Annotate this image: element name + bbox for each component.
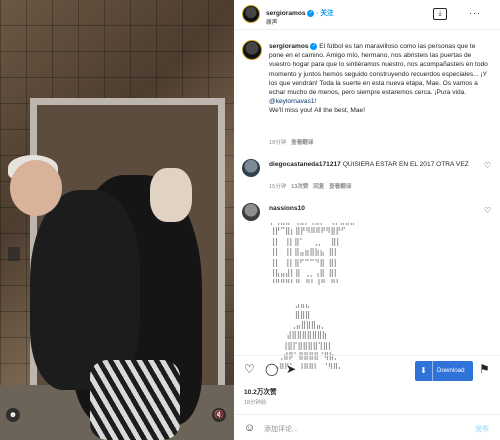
comment-reply[interactable]: 回复 xyxy=(313,184,324,190)
verified-badge-icon: ✓ xyxy=(307,9,315,17)
download-button[interactable]: ⬇ Download xyxy=(415,361,473,381)
caption-meta: 18分钟 查看翻译 xyxy=(269,138,313,146)
download-label: Download xyxy=(437,367,465,374)
person-shoulder xyxy=(150,168,192,222)
comment-like-heart-icon[interactable]: ♡ xyxy=(484,161,491,170)
tagged-user-icon[interactable]: ☻ xyxy=(6,408,20,422)
post-time[interactable]: 18分钟前 xyxy=(244,398,266,406)
caption-text: El fútbol es tan maravilloso como las pe… xyxy=(269,43,488,97)
comment-time[interactable]: 15分钟 xyxy=(269,184,286,190)
patterned-pants xyxy=(90,360,180,440)
more-options-icon[interactable]: ··· xyxy=(462,6,488,20)
like-heart-icon[interactable]: ♡ xyxy=(244,362,255,376)
dot-separator: · xyxy=(316,10,319,17)
caption-translate[interactable]: 查看翻译 xyxy=(291,140,313,146)
download-video-icon[interactable]: ⤓ xyxy=(433,8,447,20)
post-media[interactable]: ☻ 🔇 xyxy=(0,0,234,440)
comment-avatar[interactable] xyxy=(242,203,260,221)
comment-like-heart-icon[interactable]: ♡ xyxy=(484,206,491,215)
post-panel: sergioramos ✓ · 关注 原声 ⤓ ··· sergioramos … xyxy=(234,0,500,440)
caption: sergioramos ✓ El fútbol es tan maravillo… xyxy=(269,42,491,116)
caption-username[interactable]: sergioramos xyxy=(269,43,309,50)
comment-bubble-icon[interactable]: ◯ xyxy=(265,362,278,376)
save-bookmark-icon[interactable]: ⚑ xyxy=(479,362,490,376)
actions-divider xyxy=(234,355,500,356)
comment-body: nassions10 xyxy=(269,205,305,212)
likes-count[interactable]: 10.2万次赞 xyxy=(244,386,277,396)
carousel-prev-icon[interactable] xyxy=(8,247,20,261)
comment-likes[interactable]: 13次赞 xyxy=(291,184,308,190)
header-avatar[interactable] xyxy=(242,5,260,23)
header-user: sergioramos ✓ · 关注 xyxy=(266,7,334,17)
emoji-icon[interactable]: ☺ xyxy=(244,422,255,434)
comment-body: diegocastaneda171217 QUISIERA ESTAR EN E… xyxy=(269,160,479,169)
footer-divider xyxy=(234,414,500,415)
header-divider xyxy=(234,29,500,30)
share-send-icon[interactable]: ➤ xyxy=(286,362,296,376)
post-comment-button[interactable]: 发布 xyxy=(475,424,489,434)
comment-ascii-art: ⡀⢀⣀⣀ ⢀⣀⡀⢀⣀⡀⠀⢀⡀⣀⣀⣀⠀ ⢸⡟⠉⣿⡆⣿⡟⠻⠿⠿⠟⠻⣿⡟⠋ ⢸⡇ ⢸⡇… xyxy=(270,217,360,371)
comment-username[interactable]: nassions10 xyxy=(269,205,305,212)
follow-button[interactable]: 关注 xyxy=(320,10,333,17)
comment-text: QUISIERA ESTAR EN EL 2017 OTRA VEZ xyxy=(342,161,469,168)
download-arrow-icon: ⬇ xyxy=(415,361,433,381)
caption-avatar[interactable] xyxy=(242,40,262,60)
header-audio[interactable]: 原声 xyxy=(266,17,278,26)
mute-icon[interactable]: 🔇 xyxy=(212,408,226,422)
caption-time[interactable]: 18分钟 xyxy=(269,140,286,146)
person-head xyxy=(10,160,62,216)
header-username[interactable]: sergioramos xyxy=(266,10,306,17)
verified-badge-icon: ✓ xyxy=(310,42,318,50)
comment-username[interactable]: diegocastaneda171217 xyxy=(269,161,341,168)
caption-english: We'll miss you! All the best, Mae! xyxy=(269,107,366,115)
comment-avatar[interactable] xyxy=(242,159,260,177)
comment-meta: 15分钟 13次赞 回复 查看翻译 xyxy=(269,182,351,190)
comment-translate[interactable]: 查看翻译 xyxy=(329,184,351,190)
comment-input[interactable]: 添加评论... xyxy=(264,424,454,434)
caption-mention[interactable]: @keylornavas1! xyxy=(269,98,316,105)
